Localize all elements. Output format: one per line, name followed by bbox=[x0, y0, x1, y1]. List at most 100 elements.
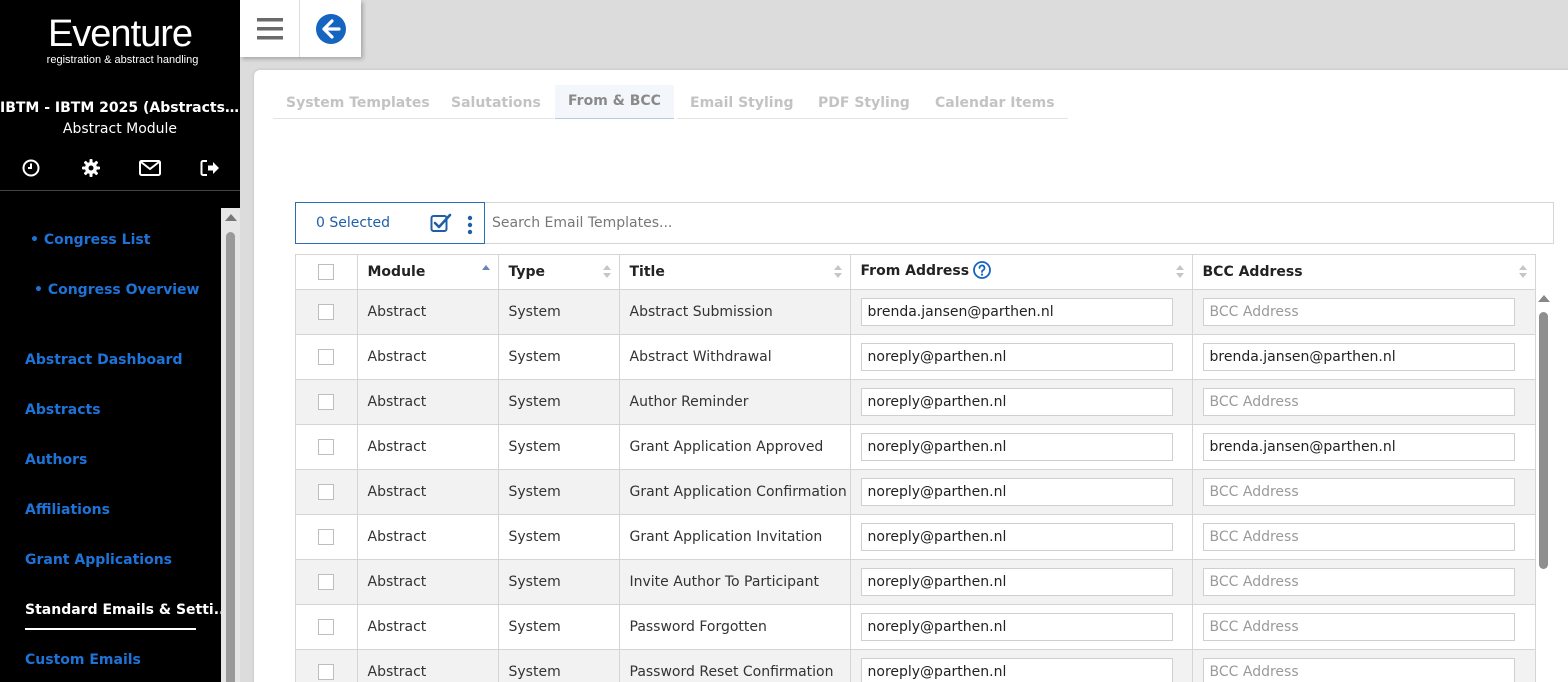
tab-pdf-styling[interactable]: PDF Styling bbox=[805, 86, 923, 119]
table-toolbar: 0 Selected bbox=[295, 202, 1554, 244]
cell-bcc-address bbox=[1192, 289, 1535, 335]
app-logo[interactable]: Eventure registration & abstract handlin… bbox=[0, 12, 240, 66]
cell-title: Abstract Withdrawal bbox=[619, 334, 851, 380]
tab-system-templates[interactable]: System Templates bbox=[273, 86, 443, 119]
cell-type: System bbox=[498, 469, 620, 515]
cell-module: Abstract bbox=[357, 649, 499, 682]
from-address-input[interactable] bbox=[860, 657, 1173, 682]
column-header-bcc-address[interactable]: BCC Address bbox=[1192, 255, 1535, 290]
cell-from-address bbox=[850, 334, 1193, 380]
cell-module: Abstract bbox=[357, 604, 499, 650]
sidebar-item-authors[interactable]: Authors bbox=[25, 452, 87, 468]
cell-title: Password Forgotten bbox=[619, 604, 851, 650]
scrollbar-thumb[interactable] bbox=[226, 232, 235, 682]
sort-icon bbox=[602, 265, 611, 279]
bcc-address-input[interactable] bbox=[1202, 432, 1515, 461]
row-checkbox-cell bbox=[296, 469, 358, 515]
row-checkbox[interactable] bbox=[318, 528, 335, 545]
from-address-input[interactable] bbox=[860, 432, 1173, 461]
cell-bcc-address bbox=[1192, 514, 1535, 560]
back-button[interactable] bbox=[300, 0, 361, 57]
sidebar-item-affiliations[interactable]: Affiliations bbox=[25, 502, 110, 518]
search-input[interactable] bbox=[486, 203, 1552, 243]
scroll-up-arrow-icon[interactable] bbox=[1538, 295, 1550, 302]
sidebar-item-abstracts[interactable]: Abstracts bbox=[25, 402, 101, 418]
select-all-checkbox[interactable] bbox=[318, 263, 335, 280]
bcc-address-input[interactable] bbox=[1202, 297, 1515, 326]
logout-icon[interactable] bbox=[197, 155, 223, 181]
bcc-address-input[interactable] bbox=[1202, 657, 1515, 682]
tab-salutations[interactable]: Salutations bbox=[438, 86, 554, 119]
row-checkbox[interactable] bbox=[318, 438, 335, 455]
row-checkbox[interactable] bbox=[318, 573, 335, 590]
sidebar-scrollbar[interactable] bbox=[221, 208, 240, 682]
logo-tagline: registration & abstract handling bbox=[46, 54, 199, 66]
select-all-check-icon[interactable] bbox=[430, 213, 452, 237]
event-title: IBTM - IBTM 2025 (Abstracts & Par... bbox=[0, 100, 240, 116]
from-address-input[interactable] bbox=[860, 342, 1173, 371]
row-checkbox[interactable] bbox=[318, 393, 335, 410]
sidebar-divider bbox=[0, 190, 240, 191]
cell-type: System bbox=[498, 559, 620, 605]
bcc-address-input[interactable] bbox=[1202, 342, 1515, 371]
table-row: Abstract System Author Reminder bbox=[296, 379, 1535, 425]
table-scrollbar[interactable] bbox=[1537, 292, 1551, 682]
cell-module: Abstract bbox=[357, 514, 499, 560]
column-header-type[interactable]: Type bbox=[498, 255, 620, 290]
scrollbar-thumb[interactable] bbox=[1539, 312, 1548, 569]
sidebar-item-grant-applications[interactable]: Grant Applications bbox=[25, 552, 172, 568]
column-header-title[interactable]: Title bbox=[619, 255, 851, 290]
clock-icon[interactable] bbox=[18, 155, 44, 181]
sidebar-item-congress-list[interactable]: • Congress List bbox=[30, 232, 150, 248]
bcc-address-input[interactable] bbox=[1202, 522, 1515, 551]
cell-bcc-address bbox=[1192, 604, 1535, 650]
bcc-address-input[interactable] bbox=[1202, 477, 1515, 506]
row-checkbox[interactable] bbox=[318, 303, 335, 320]
cell-module: Abstract bbox=[357, 424, 499, 470]
row-checkbox[interactable] bbox=[318, 483, 335, 500]
bcc-address-input[interactable] bbox=[1202, 387, 1515, 416]
row-checkbox[interactable] bbox=[318, 348, 335, 365]
from-address-input[interactable] bbox=[860, 522, 1173, 551]
row-checkbox-cell bbox=[296, 379, 358, 425]
row-checkbox[interactable] bbox=[318, 663, 335, 680]
cell-type: System bbox=[498, 649, 620, 682]
scroll-up-arrow-icon[interactable] bbox=[225, 214, 237, 221]
tab-email-styling[interactable]: Email Styling bbox=[677, 86, 807, 119]
table-row: Abstract System Grant Application Invitati… bbox=[296, 514, 1535, 560]
hamburger-menu-button[interactable] bbox=[240, 0, 300, 57]
help-icon[interactable] bbox=[973, 260, 992, 283]
from-address-input[interactable] bbox=[860, 297, 1173, 326]
cell-bcc-address bbox=[1192, 559, 1535, 605]
cell-title: Grant Application Confirmation bbox=[619, 469, 851, 515]
logo-text: Eventure bbox=[47, 13, 193, 55]
cell-bcc-address bbox=[1192, 649, 1535, 682]
tab-from-bcc[interactable]: From & BCC bbox=[555, 85, 674, 119]
sidebar-item-custom-emails[interactable]: Custom Emails bbox=[25, 652, 141, 668]
bcc-address-input[interactable] bbox=[1202, 567, 1515, 596]
tab-calendar-items[interactable]: Calendar Items bbox=[922, 86, 1068, 119]
gear-icon[interactable] bbox=[78, 155, 104, 181]
column-header-module[interactable]: Module bbox=[357, 255, 499, 290]
more-options-icon[interactable] bbox=[467, 215, 473, 235]
cell-title: Password Reset Confirmation bbox=[619, 649, 851, 682]
from-address-input[interactable] bbox=[860, 387, 1173, 416]
column-header-from-address[interactable]: From Address bbox=[850, 255, 1193, 290]
table-row: Abstract System Grant Application Confirma… bbox=[296, 469, 1535, 515]
cell-type: System bbox=[498, 379, 620, 425]
from-address-input[interactable] bbox=[860, 477, 1173, 506]
sidebar: Eventure registration & abstract handlin… bbox=[0, 0, 240, 682]
row-checkbox[interactable] bbox=[318, 618, 335, 635]
sidebar-item-congress-overview[interactable]: • Congress Overview bbox=[34, 282, 199, 298]
sidebar-item-abstract-dashboard[interactable]: Abstract Dashboard bbox=[25, 352, 182, 368]
from-address-input[interactable] bbox=[860, 567, 1173, 596]
sidebar-item-standard-emails[interactable]: Standard Emails & Setti... bbox=[25, 602, 230, 618]
cell-title: Invite Author To Participant bbox=[619, 559, 851, 605]
bcc-address-input[interactable] bbox=[1202, 612, 1515, 641]
row-checkbox-cell bbox=[296, 559, 358, 605]
sort-icon bbox=[1519, 265, 1527, 279]
table-row: Abstract System Password Forgotten bbox=[296, 604, 1535, 650]
from-address-input[interactable] bbox=[860, 612, 1173, 641]
table-row: Abstract System Abstract Submission bbox=[296, 289, 1535, 335]
mail-icon[interactable] bbox=[137, 155, 163, 181]
